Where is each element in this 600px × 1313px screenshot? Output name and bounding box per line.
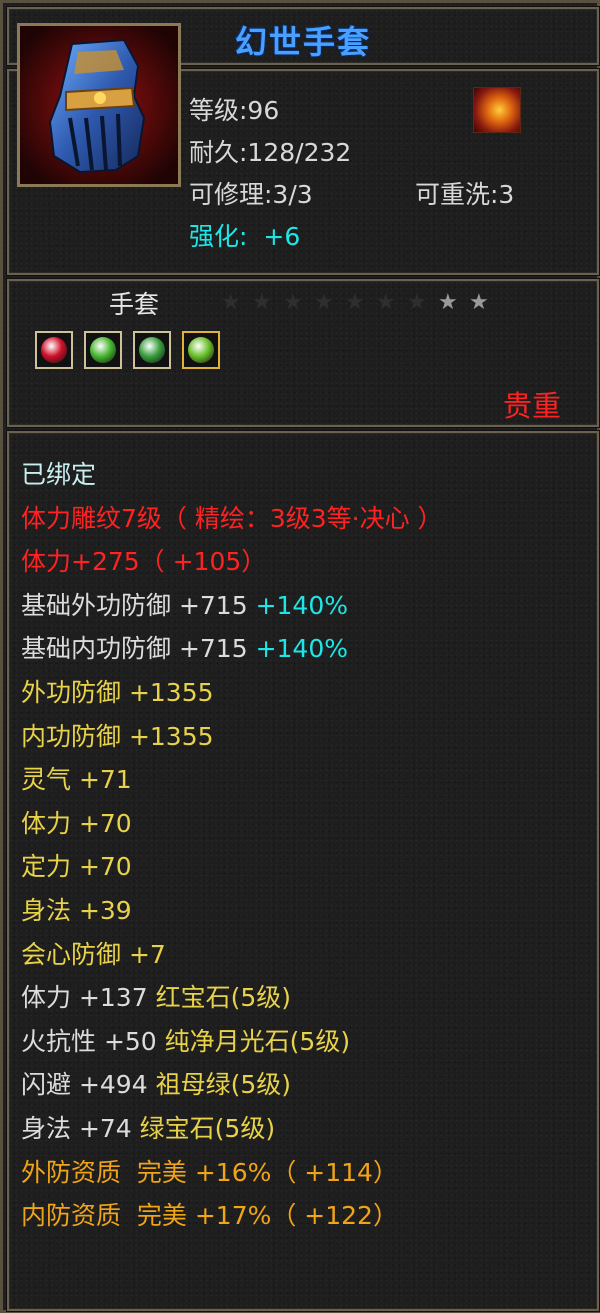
attribute-row: 外防资质 完美 +16%（ +114） <box>21 1158 398 1188</box>
attribute-text: 外防资质 完美 +16%（ +114） <box>21 1157 398 1187</box>
durability-text: 耐久:128/232 <box>189 138 352 167</box>
attribute-text: 火抗性 +50 <box>21 1026 165 1056</box>
attribute-text: +140% <box>255 634 348 664</box>
attribute-row: 内防资质 完美 +17%（ +122） <box>21 1201 398 1231</box>
attribute-text: 内防资质 完美 +17%（ +122） <box>21 1201 398 1231</box>
enhance-row: 强化: +6 <box>189 217 300 253</box>
attribute-row: 内功防御 +1355 <box>21 722 214 752</box>
attribute-text: 已绑定 <box>21 460 97 489</box>
star-icon: ★ <box>221 290 241 315</box>
attribute-row: 外功防御 +1355 <box>21 678 214 708</box>
attribute-text: 闪避 +494 <box>21 1070 156 1100</box>
attribute-row: 体力雕纹7级（ 精绘：3级3等·决心 ） <box>21 504 443 534</box>
repairable-text: 可修理:3/3 <box>189 180 313 209</box>
gem-core <box>188 337 214 363</box>
attribute-row: 体力 +70 <box>21 809 132 839</box>
enhance-value: +6 <box>263 222 301 251</box>
quality-label: 贵重 <box>503 389 562 423</box>
green-gem-icon[interactable] <box>133 331 171 369</box>
attribute-text: 身法 +39 <box>21 896 132 925</box>
green-gem-icon[interactable] <box>84 331 122 369</box>
attribute-text: 外功防御 +1355 <box>21 678 214 707</box>
attribute-text: 体力 +137 <box>21 983 156 1013</box>
attribute-row: 定力 +70 <box>21 852 132 882</box>
attribute-text: 基础内功防御 +715 <box>21 634 256 664</box>
attribute-text: 身法 +74 <box>21 1114 140 1143</box>
attribute-row: 已绑定 <box>21 460 96 490</box>
attribute-row: 基础内功防御 +715 +140% <box>21 634 348 664</box>
ruby-gem-icon[interactable] <box>35 331 73 369</box>
star-icon: ★ <box>345 290 365 315</box>
gem-core <box>41 337 67 363</box>
attribute-text: 体力 +70 <box>21 808 132 838</box>
attribute-row: 会心防御 +7 <box>21 940 166 970</box>
attribute-text: +140% <box>255 590 348 620</box>
attribute-row: 闪避 +494 祖母绿(5级) <box>21 1070 291 1100</box>
attribute-text: 定力 +70 <box>21 852 132 882</box>
attribute-row: 身法 +74 绿宝石(5级) <box>21 1114 275 1144</box>
rewashable-text: 可重洗:3 <box>415 180 515 209</box>
attribute-text: 会心防御 +7 <box>21 939 166 969</box>
star-icon: ★ <box>376 290 396 315</box>
attribute-text: 内功防御 +1355 <box>21 721 214 751</box>
attribute-text: 红宝石(5级) <box>155 983 291 1013</box>
star-icon: ★ <box>438 290 458 315</box>
enhance-label: 强化: <box>189 222 248 251</box>
star-icon: ★ <box>252 290 272 315</box>
attribute-text: 体力+275（ +105） <box>21 547 267 577</box>
gauntlet-icon-art <box>20 26 178 184</box>
gauntlet-icon <box>17 23 181 187</box>
attribute-text: 灵气 +71 <box>21 765 132 795</box>
item-type: 手套 <box>109 290 160 319</box>
attribute-row: 体力+275（ +105） <box>21 547 266 577</box>
attribute-text: 祖母绿(5级) <box>155 1070 291 1100</box>
attribute-text: 基础外功防御 +715 <box>21 590 256 620</box>
attribute-row: 灵气 +71 <box>21 765 132 795</box>
attribute-row: 基础外功防御 +715 +140% <box>21 591 348 621</box>
attribute-text: 纯净月光石(5级) <box>164 1026 351 1056</box>
attribute-text: 体力雕纹7级（ 精绘：3级3等·决心 ） <box>21 503 443 533</box>
level-text: 等级:96 <box>189 96 280 125</box>
star-icon: ★ <box>469 290 489 315</box>
emerald-gem-icon[interactable] <box>182 331 220 369</box>
attribute-row: 体力 +137 红宝石(5级) <box>21 983 291 1013</box>
attribute-text: 绿宝石(5级) <box>139 1114 276 1143</box>
star-icon: ★ <box>407 290 427 315</box>
attribute-row: 火抗性 +50 纯净月光石(5级) <box>21 1027 350 1057</box>
flame-emblem-icon <box>473 87 521 133</box>
star-icon: ★ <box>314 290 334 315</box>
gem-core <box>90 337 116 363</box>
attribute-row: 身法 +39 <box>21 896 132 926</box>
item-tooltip: 幻世手套 等级:96 耐久:128/232 可修理:3/3 可重洗:3 强化: … <box>0 0 600 1313</box>
star-icon: ★ <box>283 290 303 315</box>
gem-core <box>139 337 165 363</box>
